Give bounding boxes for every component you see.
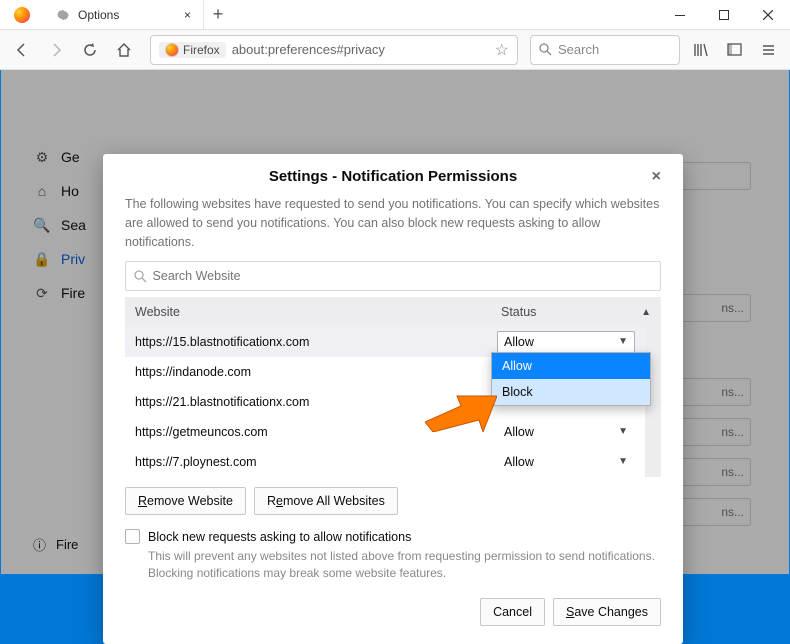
- preferences-page: ⚙Ge ⌂Ho 🔍Sea 🔒Priv ⟳Fire ns... ns... ns.…: [1, 70, 789, 574]
- address-bar[interactable]: Firefox about:preferences#privacy ☆: [150, 35, 518, 65]
- dropdown-option-allow[interactable]: Allow: [492, 353, 650, 379]
- identity-badge[interactable]: Firefox: [159, 42, 226, 58]
- url-text: about:preferences#privacy: [232, 42, 385, 57]
- site-url: https://getmeuncos.com: [135, 425, 268, 439]
- block-new-requests-row: Block new requests asking to allow notif…: [125, 529, 661, 544]
- table-row[interactable]: https://getmeuncos.com Allow▼: [125, 417, 645, 447]
- chevron-down-icon: ▼: [618, 336, 628, 347]
- firefox-logo-sm-icon: [165, 43, 179, 57]
- dropdown-option-block[interactable]: Block: [492, 379, 650, 405]
- block-new-checkbox[interactable]: [125, 529, 140, 544]
- save-changes-button[interactable]: Save Changes: [553, 598, 661, 626]
- status-dropdown[interactable]: Allow▼: [497, 451, 635, 473]
- maximize-button[interactable]: [702, 0, 746, 30]
- gear-icon: [56, 8, 70, 22]
- search-website-field[interactable]: [125, 261, 661, 291]
- search-placeholder: Search: [558, 42, 599, 57]
- browser-tab[interactable]: Options ×: [44, 0, 204, 29]
- firefox-logo-icon: [14, 7, 30, 23]
- cancel-button[interactable]: Cancel: [480, 598, 545, 626]
- tab-title: Options: [78, 8, 119, 22]
- site-url: https://7.ploynest.com: [135, 455, 257, 469]
- sidebar-button[interactable]: [720, 36, 748, 64]
- status-dropdown[interactable]: Allow▼: [497, 421, 635, 443]
- search-icon: [539, 43, 552, 56]
- close-window-button[interactable]: [746, 0, 790, 30]
- search-website-input[interactable]: [153, 269, 652, 283]
- reload-button[interactable]: [76, 36, 104, 64]
- dialog-footer: Cancel Save Changes: [125, 598, 661, 626]
- chevron-down-icon: ▼: [618, 456, 628, 467]
- table-header: Website Status▲: [125, 297, 661, 327]
- table-row[interactable]: https://7.ploynest.com Allow▼: [125, 447, 645, 477]
- block-new-label[interactable]: Block new requests asking to allow notif…: [148, 530, 411, 544]
- col-status[interactable]: Status▲: [501, 305, 651, 319]
- dialog-title: Settings - Notification Permissions ×: [125, 168, 661, 185]
- remove-buttons-row: Remove Website Remove All Websites: [125, 487, 661, 515]
- window-controls: [658, 0, 790, 30]
- status-dropdown-menu: Allow Block: [491, 352, 651, 406]
- browser-toolbar: Firefox about:preferences#privacy ☆ Sear…: [0, 30, 790, 70]
- block-new-note: This will prevent any websites not liste…: [148, 548, 661, 582]
- dialog-close-button[interactable]: ×: [652, 168, 661, 186]
- sort-caret-icon: ▲: [641, 307, 651, 318]
- status-dropdown[interactable]: Allow▼: [497, 331, 635, 353]
- site-url: https://21.blastnotificationx.com: [135, 395, 309, 409]
- forward-button[interactable]: [42, 36, 70, 64]
- site-url: https://15.blastnotificationx.com: [135, 335, 309, 349]
- search-bar[interactable]: Search: [530, 35, 680, 65]
- remove-website-button[interactable]: Remove Website: [125, 487, 246, 515]
- minimize-button[interactable]: [658, 0, 702, 30]
- menu-button[interactable]: [754, 36, 782, 64]
- tab-close-button[interactable]: ×: [184, 8, 191, 22]
- col-website[interactable]: Website: [135, 305, 180, 319]
- chevron-down-icon: ▼: [618, 426, 628, 437]
- new-tab-button[interactable]: +: [204, 1, 232, 29]
- search-icon: [134, 270, 147, 283]
- dialog-description: The following websites have requested to…: [125, 195, 661, 251]
- site-url: https://indanode.com: [135, 365, 251, 379]
- home-button[interactable]: [110, 36, 138, 64]
- remove-all-websites-button[interactable]: Remove All Websites: [254, 487, 398, 515]
- back-button[interactable]: [8, 36, 36, 64]
- library-button[interactable]: [686, 36, 714, 64]
- app-logo-area: [0, 7, 44, 23]
- bookmark-star-icon[interactable]: ☆: [495, 40, 509, 60]
- titlebar: Options × +: [0, 0, 790, 30]
